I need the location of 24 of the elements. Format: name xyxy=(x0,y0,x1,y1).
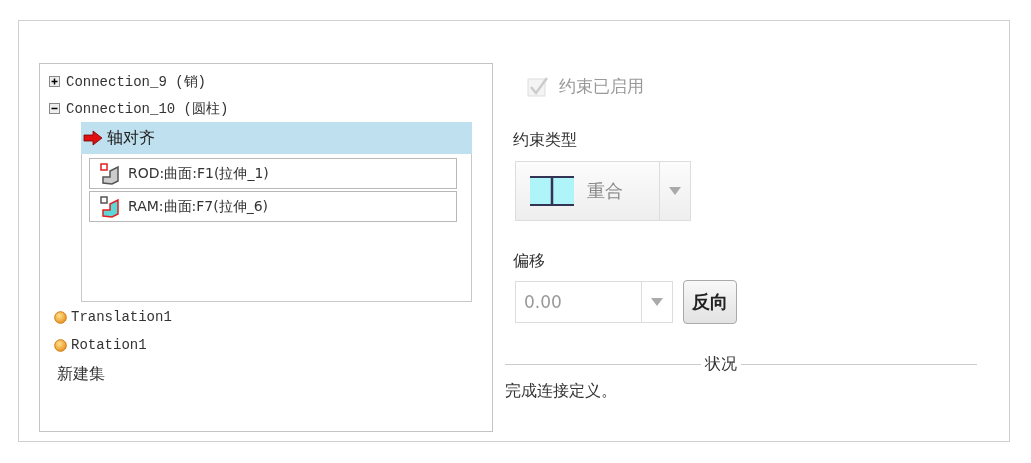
flip-button[interactable]: 反向 xyxy=(683,280,737,324)
part-icon xyxy=(100,162,122,185)
collapse-icon[interactable] xyxy=(49,103,60,114)
tree-node[interactable]: Connection_10 (圆柱) xyxy=(49,99,229,118)
section-title: 状况 xyxy=(705,354,737,375)
motion-axis-item[interactable]: Translation1 xyxy=(40,304,492,330)
new-set-item[interactable]: 新建集 xyxy=(57,364,105,383)
checkbox-label: 约束已启用 xyxy=(559,75,644,98)
status-message: 完成连接定义。 xyxy=(505,381,617,400)
caret-icon xyxy=(651,298,663,306)
constraint-row[interactable]: 轴对齐 xyxy=(81,122,472,154)
caret-icon xyxy=(669,187,681,195)
reference-item[interactable]: ROD:曲面:F1(拉伸_1) xyxy=(89,158,457,189)
reference-item[interactable]: RAM:曲面:F7(拉伸_6) xyxy=(89,191,457,222)
bullet-icon xyxy=(54,310,67,324)
field-label: 偏移 xyxy=(513,251,545,270)
part-icon xyxy=(100,195,122,218)
tree-node[interactable]: Connection_9 (销) xyxy=(49,72,207,91)
coincident-icon xyxy=(529,175,575,207)
field-label: 约束类型 xyxy=(513,130,577,149)
motion-axis-item[interactable]: Rotation1 xyxy=(40,332,492,358)
arrow-icon xyxy=(83,130,103,146)
expand-icon[interactable] xyxy=(49,76,60,87)
bullet-icon xyxy=(54,338,67,352)
